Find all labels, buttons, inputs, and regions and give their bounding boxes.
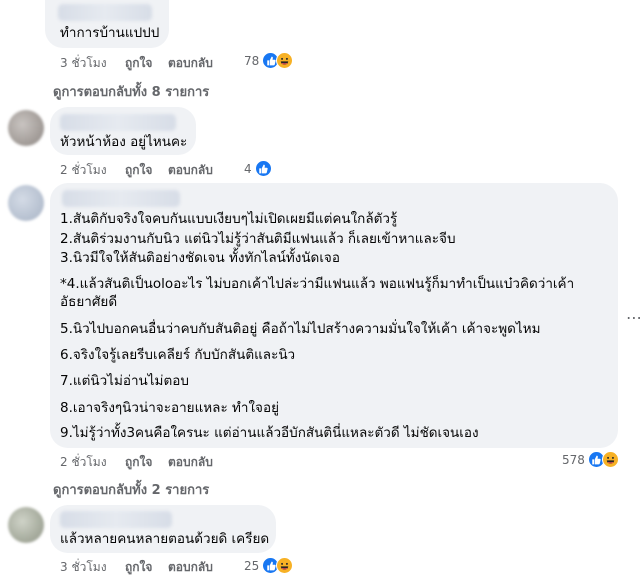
commenter-name-blurred[interactable] bbox=[58, 4, 152, 21]
reaction-summary[interactable]: 78 bbox=[244, 52, 294, 69]
like-link[interactable]: ถูกใจ bbox=[125, 454, 152, 470]
more-options-icon[interactable]: ⋯ bbox=[626, 308, 643, 327]
comment-line: 2.สันติร่วมงานกับนิว แต่นิวไม่รู้ว่าสันต… bbox=[60, 231, 456, 247]
commenter-name-blurred[interactable] bbox=[60, 114, 176, 131]
comment-line: 6.จริงใจรู้เลยรีบเคลียร์ กับบักสันติและน… bbox=[60, 347, 296, 363]
reaction-summary[interactable]: 25 bbox=[244, 557, 294, 574]
avatar[interactable] bbox=[8, 110, 44, 146]
reaction-count: 578 bbox=[562, 452, 585, 467]
comment-time[interactable]: 2 ชั่วโมง bbox=[60, 454, 107, 470]
comment-time[interactable]: 2 ชั่วโมง bbox=[60, 162, 107, 178]
comment-line: 9.ไม่รู้ว่าทั้ง3คนคือใครนะ แต่อ่านแล้วอี… bbox=[60, 425, 479, 441]
haha-reaction-icon bbox=[276, 52, 294, 69]
like-link[interactable]: ถูกใจ bbox=[125, 559, 152, 575]
commenter-name-blurred[interactable] bbox=[60, 511, 172, 528]
comment-time[interactable]: 3 ชั่วโมง bbox=[60, 55, 107, 71]
avatar[interactable] bbox=[8, 507, 44, 543]
reply-link[interactable]: ตอบกลับ bbox=[168, 559, 213, 575]
reaction-summary[interactable]: 4 bbox=[244, 160, 272, 177]
comment-line: 1.สันติกับจริงใจคบกันแบบเงียบๆไม่เปิดเผย… bbox=[60, 211, 398, 227]
reply-link[interactable]: ตอบกลับ bbox=[168, 55, 213, 71]
comment-actions: 3 ชั่วโมง ถูกใจ ตอบกลับ bbox=[60, 55, 260, 71]
comment-actions: 2 ชั่วโมง ถูกใจ ตอบกลับ bbox=[60, 454, 260, 470]
comment-line: 7.แต่นิวไม่อ่านไม่ตอบ bbox=[60, 373, 189, 389]
comment-actions: 2 ชั่วโมง ถูกใจ ตอบกลับ bbox=[60, 162, 260, 178]
reaction-count: 25 bbox=[244, 558, 260, 573]
comment-text: หัวหน้าห้อง อยู่ไหนคะ bbox=[60, 134, 188, 150]
comment-time[interactable]: 3 ชั่วโมง bbox=[60, 559, 107, 575]
comment-line: 5.นิวไปบอกคนอื่นว่าคบกับสันติอยู่ คือถ้า… bbox=[60, 321, 541, 337]
reply-link[interactable]: ตอบกลับ bbox=[168, 454, 213, 470]
commenter-name-blurred[interactable] bbox=[62, 190, 180, 207]
reply-link[interactable]: ตอบกลับ bbox=[168, 162, 213, 178]
comment-line: อัธยาศัยดี bbox=[60, 294, 118, 310]
haha-reaction-icon bbox=[601, 451, 619, 468]
haha-reaction-icon bbox=[276, 557, 294, 574]
comment-line: 3.นิวมีใจให้สันติอย่างชัดเจน ทั้งทักไลน์… bbox=[60, 250, 340, 266]
reaction-count: 78 bbox=[244, 53, 260, 68]
comment-line: *4.แล้วสันติเป็นoloอะไร ไม่บอกเค้าไปล่ะว… bbox=[60, 276, 575, 292]
like-reaction-icon bbox=[254, 160, 272, 177]
view-replies-link[interactable]: ดูการตอบกลับทั้ง 8 รายการ bbox=[53, 81, 209, 102]
like-link[interactable]: ถูกใจ bbox=[125, 55, 152, 71]
comment-text: แล้วหลายคนหลายตอนด้วยดิ เครียด bbox=[60, 531, 270, 547]
avatar[interactable] bbox=[8, 185, 44, 221]
comment-text: ทำการบ้านแปปป bbox=[60, 25, 160, 41]
view-replies-link[interactable]: ดูการตอบกลับทั้ง 2 รายการ bbox=[53, 479, 209, 500]
comment-line: 8.เอาจริงๆนิวน่าจะอายแหละ ทำใจอยู่ bbox=[60, 400, 279, 416]
comment-actions: 3 ชั่วโมง ถูกใจ ตอบกลับ bbox=[60, 559, 260, 575]
reaction-count: 4 bbox=[244, 161, 252, 176]
reaction-summary[interactable]: 578 bbox=[562, 451, 619, 468]
like-link[interactable]: ถูกใจ bbox=[125, 162, 152, 178]
